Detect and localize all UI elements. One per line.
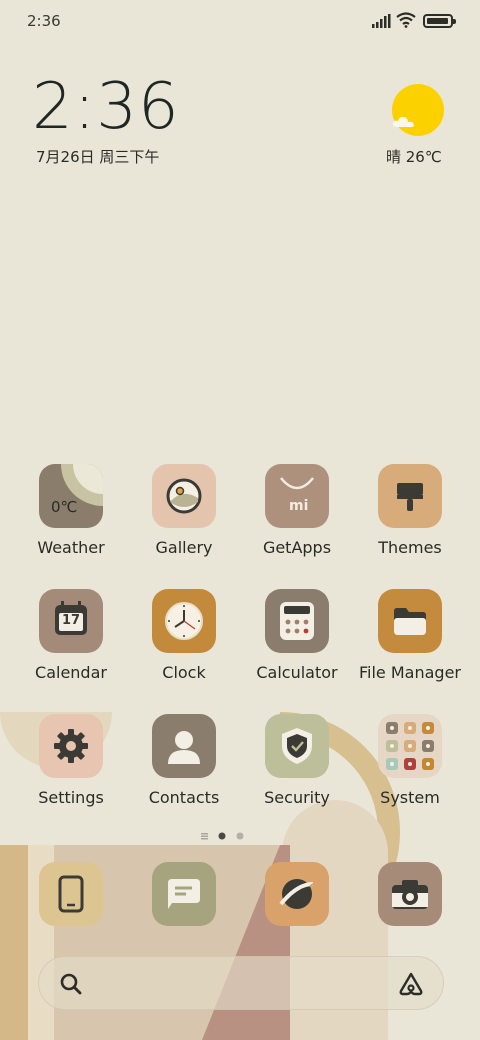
battery-level — [427, 18, 448, 24]
calendar-app-day: 17 — [62, 613, 81, 628]
weather-app-temp: 0℃ — [51, 498, 78, 516]
camera-icon — [389, 877, 431, 911]
status-bar: 2:36 — [0, 0, 480, 44]
clock-widget-date[interactable]: 7月26日 周三下午 — [36, 146, 159, 167]
app-getapps[interactable]: mi GetApps — [242, 464, 352, 557]
dock-messages-app[interactable] — [152, 862, 216, 926]
themes-icon[interactable] — [378, 464, 442, 528]
app-settings[interactable]: Settings — [16, 714, 126, 807]
app-security[interactable]: Security — [242, 714, 352, 807]
app-label: Contacts — [148, 788, 220, 807]
search-bar[interactable] — [38, 956, 444, 1010]
app-gallery[interactable]: Gallery — [129, 464, 239, 557]
app-label: Gallery — [155, 538, 213, 557]
app-label: System — [380, 788, 440, 807]
dock-camera-app[interactable] — [378, 862, 442, 926]
app-label: Calculator — [256, 663, 338, 682]
app-calendar[interactable]: 17 Calendar — [16, 589, 126, 682]
app-label: GetApps — [262, 538, 332, 557]
battery-icon — [423, 14, 456, 28]
browser-icon — [277, 874, 317, 914]
folder-icon[interactable] — [378, 589, 442, 653]
clock-widget-time[interactable]: 2:36 — [32, 70, 180, 144]
calendar-icon[interactable]: 17 — [39, 589, 103, 653]
cloud-icon — [392, 116, 414, 127]
app-label: Security — [264, 788, 330, 807]
contacts-icon[interactable] — [152, 714, 216, 778]
gear-icon[interactable] — [39, 714, 103, 778]
gallery-icon[interactable] — [152, 464, 216, 528]
getapps-icon[interactable]: mi — [265, 464, 329, 528]
app-label: File Manager — [359, 663, 461, 682]
app-contacts[interactable]: Contacts — [129, 714, 239, 807]
app-label: Clock — [162, 663, 206, 682]
app-label: Weather — [37, 538, 105, 557]
phone-icon — [56, 875, 86, 913]
app-label: Calendar — [35, 663, 107, 682]
app-calculator[interactable]: Calculator — [242, 589, 352, 682]
app-label: Themes — [378, 538, 442, 557]
folder-grid-icon[interactable] — [378, 714, 442, 778]
app-weather[interactable]: 0℃ Weather — [16, 464, 126, 557]
weather-icon[interactable]: 0℃ — [39, 464, 103, 528]
wifi-icon — [396, 12, 416, 28]
calculator-icon[interactable] — [265, 589, 329, 653]
getapps-logo-text: mi — [289, 498, 309, 514]
signal-icon — [372, 14, 391, 28]
app-themes[interactable]: Themes — [355, 464, 465, 557]
status-time: 2:36 — [27, 12, 61, 30]
message-icon — [164, 877, 204, 911]
weather-widget-text[interactable]: 晴 26℃ — [386, 146, 442, 167]
dock-browser-app[interactable] — [265, 862, 329, 926]
wallpaper-shape — [0, 845, 28, 1040]
search-icon[interactable] — [59, 972, 83, 996]
assistant-icon[interactable] — [397, 971, 425, 997]
app-file-manager[interactable]: File Manager — [355, 589, 465, 682]
shield-icon[interactable] — [265, 714, 329, 778]
app-label: Settings — [38, 788, 104, 807]
sunny-cloud-icon[interactable] — [392, 84, 444, 136]
app-clock[interactable]: Clock — [129, 589, 239, 682]
clock-icon[interactable] — [152, 589, 216, 653]
page-indicator[interactable] — [200, 830, 250, 842]
app-system[interactable]: System — [355, 714, 465, 807]
dock-phone-app[interactable] — [39, 862, 103, 926]
